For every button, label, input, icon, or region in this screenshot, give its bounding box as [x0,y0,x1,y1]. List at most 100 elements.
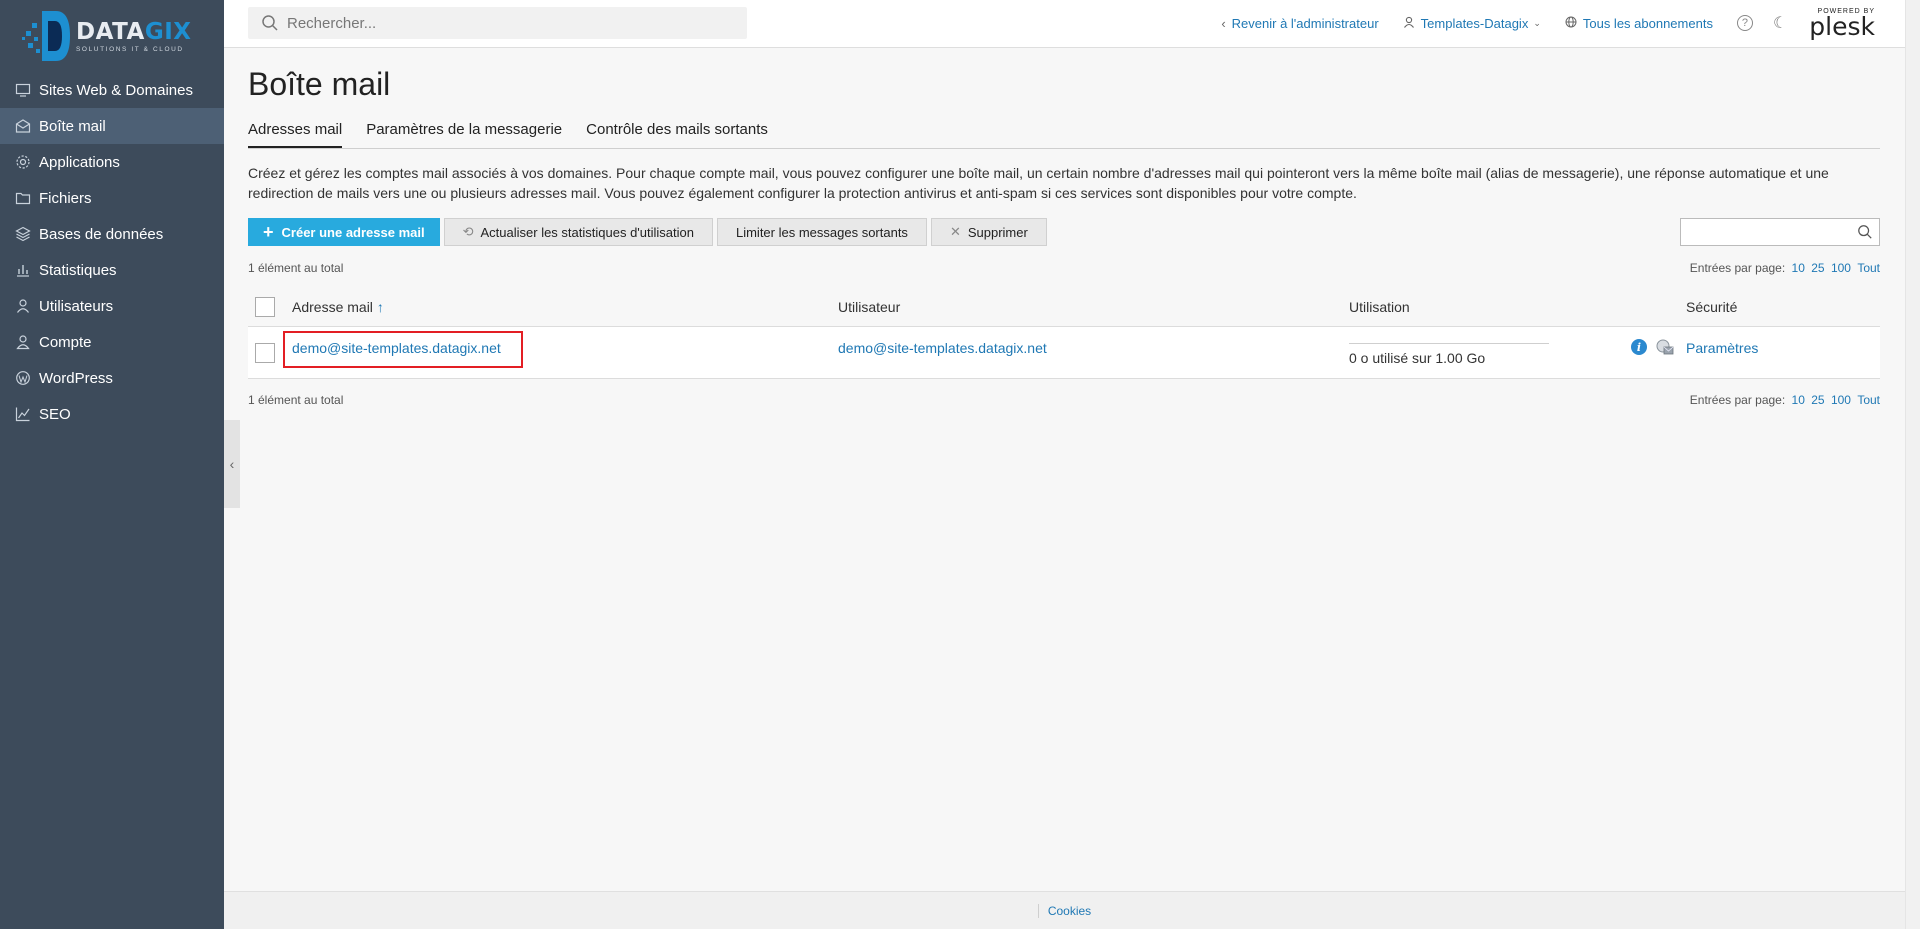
gear-icon [15,154,31,170]
sidebar-item-label: Utilisateurs [39,297,114,315]
sidebar-item-seo[interactable]: SEO [0,396,224,432]
delete-button[interactable]: ✕ Supprimer [930,218,1047,246]
sidebar-item-sites-web-domaines[interactable]: Sites Web & Domaines [0,72,224,108]
per-page-selector: Entrées par page: 10 25 100 Tout [1689,261,1880,275]
info-icon[interactable]: i [1631,339,1647,355]
datagix-logo-icon [22,7,72,65]
brand-name: DATAGIX [76,18,192,45]
usage-bar [1349,343,1549,344]
limit-outgoing-button[interactable]: Limiter les messages sortants [716,218,927,246]
sidebar-item-label: SEO [39,405,71,423]
chevron-left-icon: ‹ [229,456,235,472]
top-bar: Rechercher... ‹ Revenir à l'administrate… [224,0,1905,48]
footer: Cookies [224,891,1905,929]
per-page-10[interactable]: 10 [1792,393,1805,407]
folder-icon [15,190,31,206]
sidebar-item-fichiers[interactable]: Fichiers [0,180,224,216]
tabs: Adresses mail Paramètres de la messageri… [248,121,1880,149]
total-count: 1 élément au total [248,261,344,275]
close-icon: ✕ [949,224,961,239]
account-icon [15,334,31,350]
sidebar-item-label: WordPress [39,369,113,387]
sidebar-item-label: Boîte mail [39,117,106,135]
wordpress-icon [15,370,31,386]
search-icon [262,15,278,31]
account-menu[interactable]: Templates-Datagix ⌄ [1403,16,1541,31]
total-count: 1 élément au total [248,393,344,407]
sidebar-item-utilisateurs[interactable]: Utilisateurs [0,288,224,324]
plesk-logo: POWERED BY plesk [1809,7,1875,41]
user-icon [1403,16,1415,31]
seo-chart-icon [15,406,31,422]
security-settings-link[interactable]: Paramètres [1686,340,1758,356]
select-all-checkbox[interactable] [255,296,275,317]
brand-tagline: SOLUTIONS IT & CLOUD [76,45,184,53]
column-user: Utilisateur [838,298,901,315]
sidebar-item-applications[interactable]: Applications [0,144,224,180]
create-mail-address-button[interactable]: + Créer une adresse mail [248,218,440,246]
search-icon [1858,225,1872,239]
database-icon [15,226,31,242]
sidebar-item-label: Sites Web & Domaines [39,81,193,99]
page-title: Boîte mail [248,66,391,102]
sidebar-item-bases-de-donnees[interactable]: Bases de données [0,216,224,252]
list-meta-top: 1 élément au total Entrées par page: 10 … [248,261,1880,277]
sort-asc-icon: ↑ [376,298,384,315]
per-page-selector: Entrées par page: 10 25 100 Tout [1689,393,1880,407]
dark-mode-toggle-icon[interactable]: ☾ [1773,13,1787,33]
main-content: Boîte mail Adresses mail Paramètres de l… [248,48,1880,409]
tab-mail-settings[interactable]: Paramètres de la messagerie [366,121,562,148]
sidebar-item-compte[interactable]: Compte [0,324,224,360]
per-page-25[interactable]: 25 [1811,393,1824,407]
sidebar-item-label: Statistiques [39,261,117,279]
tab-mail-addresses[interactable]: Adresses mail [248,121,343,148]
page-scrollbar[interactable] [1905,0,1920,929]
table-row: demo@site-templates.datagix.net demo@sit… [248,327,1880,379]
sidebar-collapse-handle[interactable]: ‹ [224,420,240,508]
per-page-25[interactable]: 25 [1811,261,1824,275]
mail-user-link[interactable]: demo@site-templates.datagix.net [838,340,1047,356]
column-security: Sécurité [1686,298,1738,315]
sidebar-item-boite-mail[interactable]: Boîte mail [0,108,224,144]
usage-cell: 0 o utilisé sur 1.00 Go [1349,343,1549,366]
refresh-icon: ⟲ [462,224,474,239]
brand-logo[interactable]: DATAGIX SOLUTIONS IT & CLOUD [0,0,224,72]
back-to-admin-link[interactable]: ‹ Revenir à l'administrateur [1221,16,1378,31]
mail-address-link[interactable]: demo@site-templates.datagix.net [292,340,501,356]
globe-icon [1565,16,1577,31]
list-search-input[interactable] [1680,218,1880,246]
per-page-all[interactable]: Tout [1857,261,1880,275]
tab-outgoing-mail-control[interactable]: Contrôle des mails sortants [586,121,768,148]
bar-chart-icon [15,262,31,278]
table-header: Adresse mail ↑ Utilisateur Utilisation S… [248,287,1880,327]
per-page-all[interactable]: Tout [1857,393,1880,407]
sidebar: DATAGIX SOLUTIONS IT & CLOUD Sites Web &… [0,0,224,929]
chevron-left-icon: ‹ [1221,15,1226,31]
page-description: Créez et gérez les comptes mail associés… [248,165,1829,201]
column-mail[interactable]: Adresse mail ↑ [292,299,384,315]
sidebar-item-label: Applications [39,153,120,171]
per-page-10[interactable]: 10 [1792,261,1805,275]
help-icon[interactable]: ? [1736,15,1753,31]
sidebar-item-wordpress[interactable]: WordPress [0,360,224,396]
refresh-usage-stats-button[interactable]: ⟲ Actualiser les statistiques d'utilisat… [443,218,713,246]
subscriptions-link[interactable]: Tous les abonnements [1565,16,1713,31]
cookies-link[interactable]: Cookies [1037,903,1091,918]
antispam-icon[interactable] [1656,339,1674,355]
user-icon [15,298,31,314]
sidebar-nav: Sites Web & Domaines Boîte mail Applicatio… [0,72,224,432]
list-toolbar: + Créer une adresse mail ⟲ Actualiser le… [248,218,1880,246]
envelope-icon [15,118,31,134]
chevron-down-icon: ⌄ [1533,17,1541,28]
sidebar-item-label: Bases de données [39,225,164,243]
per-page-100[interactable]: 100 [1831,393,1851,407]
sidebar-item-statistiques[interactable]: Statistiques [0,252,224,288]
usage-text: 0 o utilisé sur 1.00 Go [1349,350,1486,366]
mail-table: Adresse mail ↑ Utilisateur Utilisation S… [248,287,1880,379]
plus-icon: + [263,221,274,242]
global-search-input[interactable]: Rechercher... [248,7,747,39]
per-page-100[interactable]: 100 [1831,261,1851,275]
list-meta-bottom: 1 élément au total Entrées par page: 10 … [248,393,1880,409]
row-checkbox[interactable] [255,342,275,363]
monitor-icon [15,82,31,98]
